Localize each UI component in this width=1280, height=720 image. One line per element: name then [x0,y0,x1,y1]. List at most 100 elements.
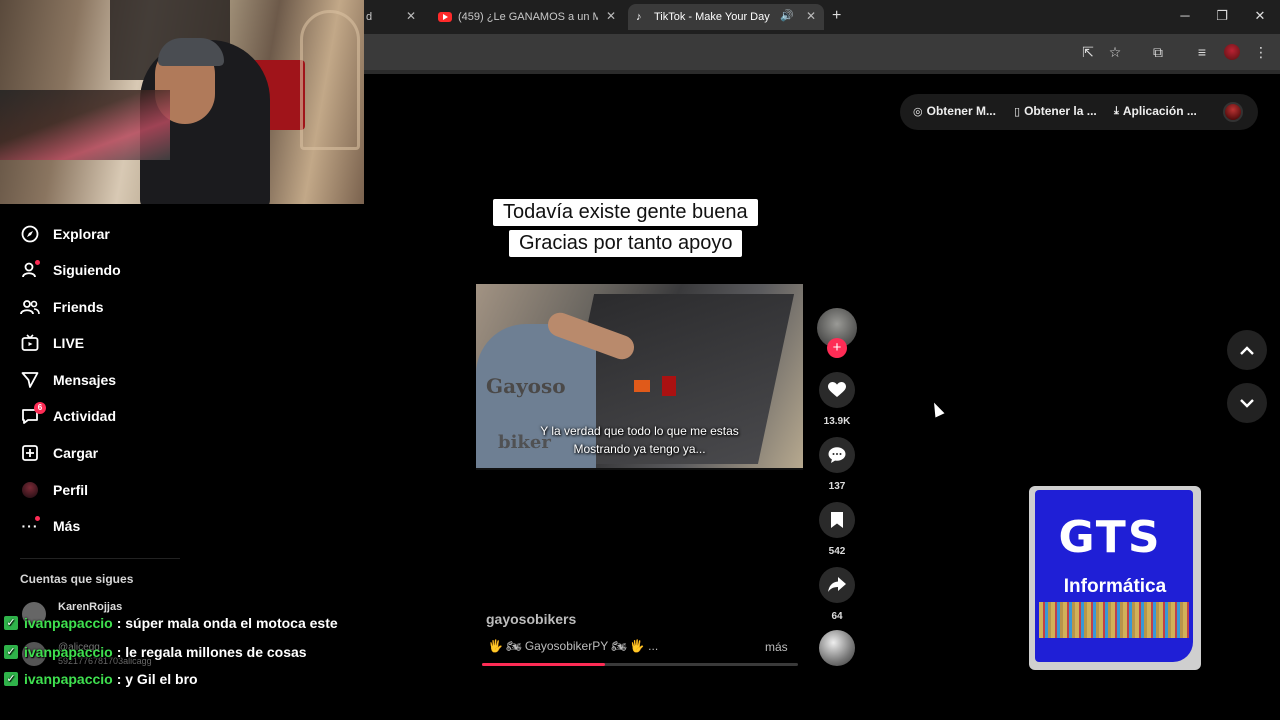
share-button[interactable] [819,567,855,603]
minimize-button[interactable]: ─ [1175,8,1195,23]
sidebar-item-label: Siguiendo [53,262,121,278]
bookmark-star-icon[interactable]: ☆ [1106,44,1124,61]
get-coins-button[interactable]: ◎ Obtener M... [913,104,996,118]
browser-tab-tiktok[interactable]: ♪ TikTok - Make Your Day 🔊 ✕ [628,4,824,30]
chat-message: ✓ ivanpapaccio : le regala millones de c… [4,642,307,662]
sidebar-item-siguiendo[interactable]: Siguiendo [20,255,121,285]
chat-text: : le regala millones de cosas [116,644,307,660]
video-object [634,380,650,392]
download-icon: ⤓ [1114,104,1119,117]
speaker-icon[interactable]: 🔊 [780,9,794,22]
sidebar-divider [20,558,180,559]
video-description: 🖐 🏍 GayosobikerPY 🏍 🖐 ... [488,639,659,653]
live-icon [20,333,40,353]
sidebar-item-mas[interactable]: ··· Más [20,511,80,541]
chat-message: ✓ ivanpapaccio : y Gil el bro [4,669,198,689]
sidebar-item-actividad[interactable]: 6 Actividad [20,401,116,431]
tiktok-icon: ♪ [636,11,642,23]
close-icon[interactable]: ✕ [806,9,816,23]
menu-kebab-icon[interactable]: ⋮ [1252,44,1270,61]
video-player[interactable]: Gayoso biker Y la verdad que todo lo que… [476,284,803,468]
extensions-icon[interactable]: ⧉ [1149,44,1167,61]
video-object [662,376,676,396]
profile-avatar [20,480,40,500]
screen: d ✕ (459) ¿Le GANAMOS a un MILA ✕ ♪ TikT… [0,0,1280,720]
notification-dot [35,260,40,265]
toolbar-divider [364,70,1280,74]
browser-profile-avatar[interactable] [1224,44,1240,60]
video-progress-fill [482,663,606,666]
get-app-button[interactable]: ▯ Obtener la ... [1014,104,1097,118]
close-icon[interactable]: ✕ [606,9,616,23]
chat-text: : súper mala onda el motoca este [116,615,338,631]
comment-icon [828,447,846,463]
like-button[interactable] [819,372,855,408]
sidebar-item-mensajes[interactable]: Mensajes [20,365,116,395]
check-icon: ✓ [4,645,18,659]
sidebar-item-explorar[interactable]: Explorar [20,219,110,249]
webcam-cap [158,38,224,66]
sidebar-item-label: Más [53,518,81,534]
more-link[interactable]: más [765,640,788,654]
avatar [22,482,38,498]
media-control-icon[interactable]: ≡ [1193,44,1211,60]
video-subtitle: Mostrando ya tengo ya... [573,442,706,456]
sidebar-item-friends[interactable]: Friends [20,292,104,322]
new-tab-button[interactable]: + [832,7,841,25]
tab-title: TikTok - Make Your Day [654,11,770,23]
share-arrow-icon [828,577,846,592]
webcam-microphone [0,90,170,160]
chat-username: ivanpapaccio [24,644,113,660]
chat-username: ivanpapaccio [24,615,113,631]
sidebar-item-cargar[interactable]: Cargar [20,438,98,468]
save-count: 542 [828,546,846,557]
sidebar-item-live[interactable]: LIVE [20,328,84,358]
check-icon: ✓ [4,616,18,630]
chevron-down-icon [1240,398,1254,408]
profile-avatar[interactable] [1223,102,1243,122]
close-icon[interactable]: ✕ [406,9,416,23]
save-button[interactable] [819,502,855,538]
sidebar-item-label: Perfil [53,482,89,498]
video-author[interactable]: gayosobikers [486,611,576,627]
desktop-app-button[interactable]: ⤓ Aplicación ... [1114,104,1197,118]
top-action-label: Obtener M... [926,104,996,118]
video-bottom-edge [476,468,803,470]
comment-count: 137 [828,481,846,492]
chevron-up-icon [1240,345,1254,355]
sidebar-item-label: Cargar [53,445,99,461]
sidebar-item-label: Mensajes [53,372,117,388]
next-video-button[interactable] [1227,383,1267,423]
browser-tab-partial[interactable]: d ✕ [364,4,424,30]
sidebar-item-label: Actividad [53,408,117,424]
top-action-label: Obtener la ... [1024,104,1097,118]
bookmark-icon [831,512,843,528]
circuit-board-icon [1039,602,1189,638]
comment-button[interactable] [819,437,855,473]
maximize-button[interactable]: ❐ [1212,8,1232,24]
messages-icon [20,370,40,390]
previous-video-button[interactable] [1227,330,1267,370]
upload-icon [20,443,40,463]
check-icon: ✓ [4,672,18,686]
activity-icon: 6 [20,402,46,426]
share-count: 64 [831,611,843,622]
video-watermark: Gayoso [486,374,566,398]
music-disc-icon[interactable] [819,630,855,666]
install-app-icon[interactable]: ⇱ [1079,44,1097,61]
mouse-cursor-icon [929,400,945,418]
sidebar-item-perfil[interactable]: Perfil [20,475,88,505]
video-caption-line: Todavía existe gente buena [493,199,758,226]
browser-tab-youtube[interactable]: (459) ¿Le GANAMOS a un MILA ✕ [432,4,624,30]
follow-plus-icon[interactable]: + [827,338,847,358]
close-window-button[interactable]: ✕ [1250,8,1270,24]
gts-logo-title: GTS [1058,512,1162,563]
sidebar-item-label: Explorar [53,226,110,242]
chat-username: ivanpapaccio [24,671,113,687]
tab-title: d [366,11,373,23]
video-progress-bar[interactable] [482,663,798,666]
top-action-label: Aplicación ... [1122,104,1197,118]
chat-message: ✓ ivanpapaccio : súper mala onda el moto… [4,613,338,633]
gts-logo-panel: GTS Informática [1035,490,1193,662]
following-account-name[interactable]: KarenRojjas [58,601,122,613]
